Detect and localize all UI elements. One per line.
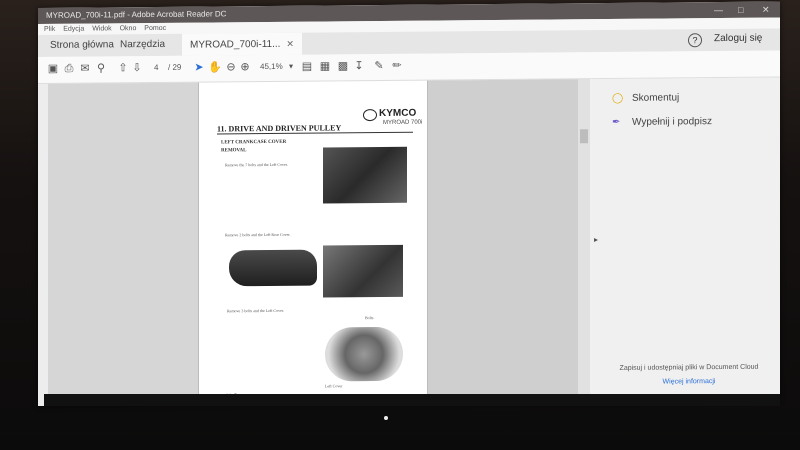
menu-item-file[interactable]: Plik	[44, 24, 55, 35]
page-total: / 29	[168, 62, 182, 72]
collapse-pane-icon[interactable]: ▸	[594, 235, 598, 244]
tab-document-label: MYROAD_700i-11...	[190, 38, 281, 51]
left-pane-strip	[38, 83, 48, 407]
tab-tools[interactable]: Narzędzia	[120, 34, 165, 56]
email-icon[interactable]: ✉	[78, 62, 92, 76]
kymco-logo-icon	[363, 109, 377, 122]
fill-sign-tool-label: Wypełnij i podpisz	[632, 116, 712, 128]
scroll-mode-icon[interactable]: ↧	[352, 59, 366, 73]
full-screen-icon[interactable]: ▩	[336, 59, 350, 73]
close-window-icon[interactable]: ✕	[762, 2, 770, 18]
comment-tool-label: Skomentuj	[632, 92, 680, 104]
menu-item-help[interactable]: Pomoc	[144, 23, 166, 34]
hand-tool-icon[interactable]: ✋	[208, 60, 222, 74]
callout-bolts: Bolts	[365, 315, 374, 321]
signature-pen-icon: ✒	[612, 116, 621, 128]
callout-left-cover: Left Cover	[325, 383, 343, 389]
help-icon[interactable]: ?	[688, 33, 702, 48]
fill-sign-tool[interactable]: ✒ Wypełnij i podpisz	[612, 116, 712, 128]
vertical-scrollbar[interactable]	[578, 79, 590, 402]
page-up-icon[interactable]: ⇧	[116, 61, 130, 75]
right-tools-pane: ▸ ◯ Skomentuj ✒ Wypełnij i podpisz Zapisuj…	[590, 77, 780, 402]
page-layout-icon[interactable]: ▦	[318, 59, 332, 73]
page-number-input[interactable]: 4	[154, 63, 158, 72]
tab-document[interactable]: MYROAD_700i-11... ✕	[182, 32, 302, 56]
menu-item-view[interactable]: Widok	[92, 23, 111, 34]
taskbar	[44, 394, 780, 406]
acrobat-window: MYROAD_700i-11.pdf - Adobe Acrobat Reade…	[38, 1, 780, 407]
brand-name: KYMCO	[379, 107, 417, 120]
comment-icon[interactable]: ✎	[372, 59, 386, 73]
select-tool-icon[interactable]: ➤	[192, 61, 206, 75]
photo-left-cover	[323, 146, 407, 204]
maximize-icon[interactable]: □	[738, 2, 743, 18]
document-view[interactable]: KYMCO MYROAD 700i 11. DRIVE AND DRIVEN P…	[198, 79, 590, 405]
print-icon[interactable]: ⎙	[62, 62, 76, 76]
brand-subtitle: MYROAD 700i	[383, 119, 423, 126]
zoom-out-icon[interactable]: ⊖	[224, 60, 238, 74]
close-tab-icon[interactable]: ✕	[286, 39, 294, 49]
zoom-dropdown-icon[interactable]: ▾	[284, 60, 298, 74]
page-down-icon[interactable]: ⇩	[130, 61, 144, 75]
pdf-page: KYMCO MYROAD 700i 11. DRIVE AND DRIVEN P…	[198, 80, 428, 405]
cloud-promo-text: Zapisuj i udostępniaj pliki w Document C…	[619, 363, 759, 372]
zoom-in-icon[interactable]: ⊕	[238, 60, 252, 74]
menu-item-edit[interactable]: Edycja	[63, 24, 84, 35]
menu-item-window[interactable]: Okno	[120, 23, 137, 34]
window-title: MYROAD_700i-11.pdf - Adobe Acrobat Reade…	[46, 9, 227, 20]
caption-step-3: Remove 3 bolts and the Left Cover.	[227, 307, 284, 314]
caption-step-2: Remove 2 bolts and the Left Rear Cover.	[225, 231, 291, 238]
highlight-icon[interactable]: ✏	[390, 59, 404, 73]
zoom-level[interactable]: 45,1%	[260, 62, 283, 71]
left-navigation-pane	[38, 82, 198, 406]
fit-page-icon[interactable]: ▤	[300, 60, 314, 74]
photo-rear-cover-installed	[323, 244, 403, 298]
photo-rear-cover-part	[229, 249, 317, 287]
caption-step-1: Remove the 7 bolts and the Left Cover.	[225, 161, 288, 168]
scrollbar-thumb[interactable]	[580, 129, 588, 144]
tab-home[interactable]: Strona główna	[50, 34, 114, 57]
minimize-icon[interactable]: —	[714, 2, 723, 18]
more-info-link[interactable]: Więcej informacji	[604, 378, 774, 386]
power-led	[384, 416, 388, 420]
subheading-cover: LEFT CRANKCASE COVER	[221, 139, 287, 146]
search-icon[interactable]: ⚲	[94, 61, 108, 75]
login-link[interactable]: Zaloguj się	[714, 33, 762, 44]
save-icon[interactable]: ▣	[46, 62, 60, 76]
photo-crankcase	[325, 326, 403, 382]
speech-bubble-icon: ◯	[612, 92, 624, 104]
subheading-removal: REMOVAL	[221, 148, 247, 154]
comment-tool[interactable]: ◯ Skomentuj	[612, 92, 679, 104]
